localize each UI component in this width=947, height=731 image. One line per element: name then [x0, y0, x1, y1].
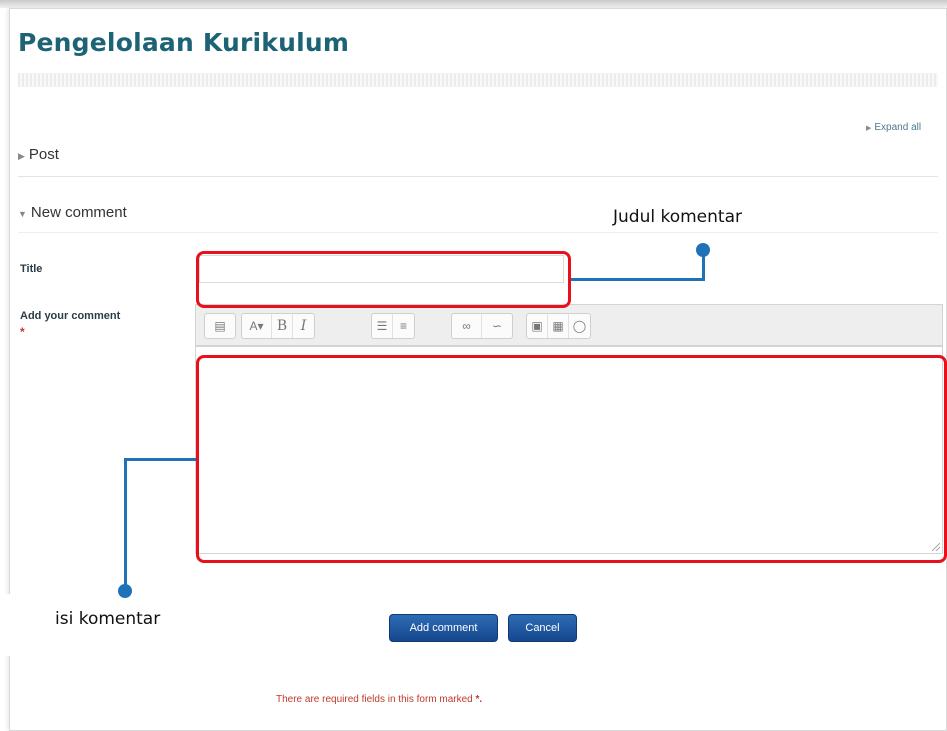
text-style-dropdown-icon[interactable]: A▾ [242, 314, 272, 338]
editor-callout-dot [118, 584, 132, 598]
title-callout-line-h [571, 278, 704, 281]
required-star: * [20, 325, 25, 339]
bold-icon[interactable]: B [272, 314, 293, 338]
resize-grip-icon[interactable] [932, 543, 940, 551]
cancel-button[interactable]: Cancel [508, 614, 577, 642]
page-title: Pengelolaan Kurikulum [18, 28, 350, 57]
bulleted-list-icon[interactable]: ☰ [372, 314, 393, 338]
link-icon[interactable]: ∞ [452, 314, 482, 338]
toolbar-group-lists: ☰ ≡ [371, 313, 415, 339]
expand-triangle-icon: ▶ [866, 125, 872, 132]
title-callout-dot [696, 243, 710, 257]
italic-icon[interactable]: I [293, 314, 314, 338]
toolbar-group-format: A▾ B I [241, 313, 315, 339]
editor-callout-text: isi komentar [55, 609, 161, 629]
collapsed-triangle-icon: ▶ [18, 151, 25, 161]
title-input[interactable] [199, 255, 564, 283]
comment-label: Add your comment [20, 310, 121, 322]
toolbar-group-links: ∞ ∽ [451, 313, 513, 339]
insert-media-icon[interactable]: ▦ [548, 314, 569, 338]
editor-toolbar: ▤ A▾ B I ☰ ≡ ∞ ∽ ▣ ▦ ◯ [195, 304, 943, 346]
unlink-icon[interactable]: ∽ [482, 314, 512, 338]
expanded-triangle-icon: ▼ [18, 209, 27, 219]
manage-files-icon[interactable]: ◯ [569, 314, 590, 338]
add-comment-button[interactable]: Add comment [389, 614, 498, 642]
toolbar-group-media: ▣ ▦ ◯ [526, 313, 591, 339]
title-band-divider [18, 73, 938, 87]
title-callout-text: Judul komentar [613, 207, 742, 227]
insert-image-icon[interactable]: ▣ [527, 314, 548, 338]
editor-callout-line-h [124, 458, 196, 461]
window-top-edge [0, 0, 947, 8]
toolbar-group-toggle: ▤ [204, 313, 236, 339]
editor-callout-line-v [124, 458, 127, 588]
section-post-header[interactable]: ▶ Post [18, 146, 938, 177]
required-note-mark: *. [475, 694, 483, 705]
section-new-comment-header[interactable]: ▼ New comment [18, 204, 938, 233]
title-label: Title [20, 263, 43, 275]
section-post-label: Post [28, 146, 59, 163]
required-note-text: There are required fields in this form m… [276, 694, 473, 705]
expand-all-label: Expand all [874, 122, 922, 133]
section-new-comment-label: New comment [30, 204, 127, 221]
numbered-list-icon[interactable]: ≡ [393, 314, 414, 338]
comment-editor[interactable] [195, 346, 943, 554]
expand-all-link[interactable]: ▶ Expand all [866, 122, 921, 133]
toolbar-toggle-icon[interactable]: ▤ [205, 314, 235, 338]
required-fields-note: There are required fields in this form m… [276, 694, 482, 705]
